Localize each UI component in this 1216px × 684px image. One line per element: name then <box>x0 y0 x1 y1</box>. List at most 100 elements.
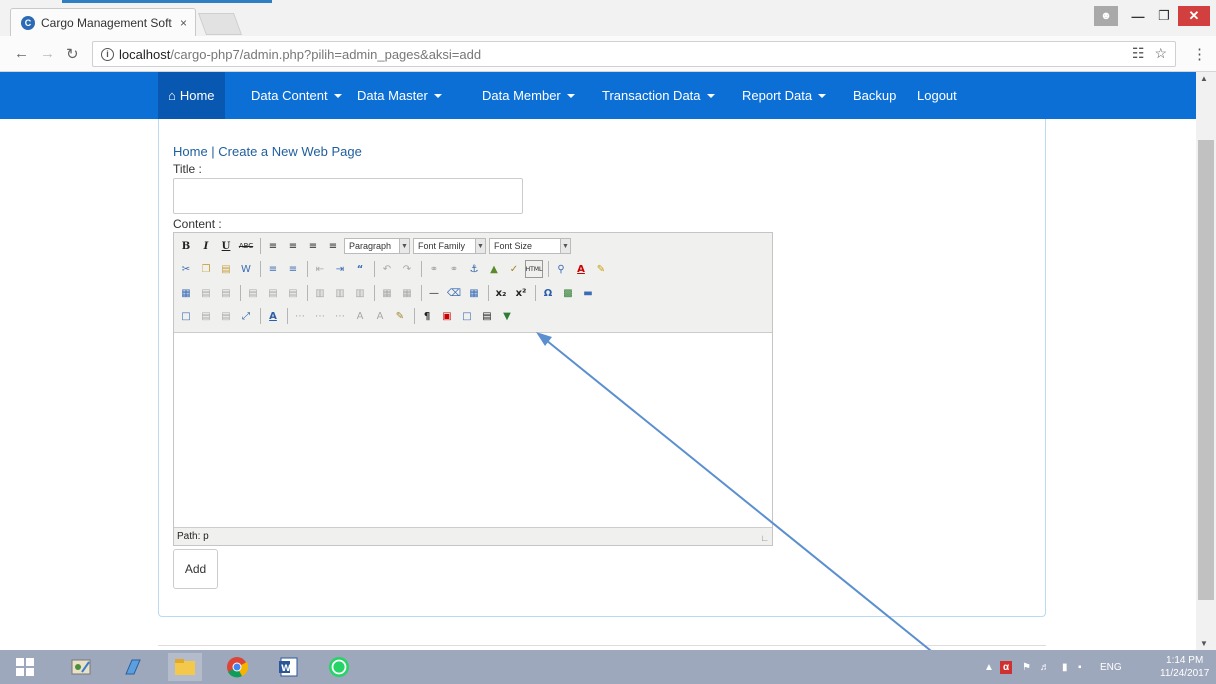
blockquote-icon[interactable]: “ <box>351 260 369 278</box>
align-left-icon[interactable]: ≡ <box>264 237 282 255</box>
delete-text-icon[interactable]: A <box>351 307 369 325</box>
new-tab-button[interactable] <box>197 13 243 35</box>
show-hidden-icons-icon[interactable]: ▲ <box>984 650 994 684</box>
show-blocks-icon[interactable]: ¶ <box>418 307 436 325</box>
merge-cells-icon[interactable]: ▦ <box>398 284 416 302</box>
strikethrough-icon[interactable]: ABC <box>237 237 255 255</box>
insert-table-icon[interactable]: ▦ <box>177 284 195 302</box>
insert-col-before-icon[interactable]: ▥ <box>311 284 329 302</box>
tab-close-icon[interactable]: × <box>180 16 187 30</box>
nav-data-member[interactable]: Data Member <box>472 72 585 119</box>
link-icon[interactable]: ⚭ <box>425 260 443 278</box>
underline-icon[interactable]: U <box>217 237 235 255</box>
image-icon[interactable]: ▲ <box>485 260 503 278</box>
word-icon[interactable]: W <box>272 653 306 681</box>
font-size-select[interactable]: Font Size ▼ <box>489 238 571 254</box>
delete-col-icon[interactable]: ▥ <box>351 284 369 302</box>
forward-icon[interactable]: → <box>40 45 55 62</box>
template-icon[interactable]: ▣ <box>438 307 456 325</box>
breadcrumb-home-link[interactable]: Home <box>173 144 208 159</box>
undo-icon[interactable]: ↶ <box>378 260 396 278</box>
nav-data-content[interactable]: Data Content <box>241 72 352 119</box>
info-icon[interactable]: i <box>101 47 114 61</box>
whatsapp-icon[interactable] <box>322 653 356 681</box>
add-button[interactable]: Add <box>173 549 218 589</box>
window-close-icon[interactable]: ✕ <box>1178 6 1210 26</box>
fullscreen-icon[interactable]: ▬ <box>579 284 597 302</box>
align-justify-icon[interactable]: ≡ <box>324 237 342 255</box>
scrollbar-thumb[interactable] <box>1198 140 1214 600</box>
styles-icon[interactable]: A <box>264 307 282 325</box>
title-input[interactable] <box>173 178 523 214</box>
nav-report-data[interactable]: Report Data <box>732 72 836 119</box>
cite-icon[interactable]: ⋯ <box>291 307 309 325</box>
file-explorer-icon[interactable] <box>168 653 202 681</box>
unlink-icon[interactable]: ⚭ <box>445 260 463 278</box>
windows-start-icon[interactable] <box>8 653 42 681</box>
subscript-icon[interactable]: x₂ <box>492 284 510 302</box>
cut-icon[interactable]: ✂ <box>177 260 195 278</box>
table-cell-props-icon[interactable]: ▤ <box>217 284 235 302</box>
move-backward-icon[interactable]: ▤ <box>217 307 235 325</box>
redo-icon[interactable]: ↷ <box>398 260 416 278</box>
nav-home[interactable]: ⌂ Home <box>158 72 225 119</box>
media-icon[interactable]: ▩ <box>559 284 577 302</box>
bold-icon[interactable]: B <box>177 237 195 255</box>
security-icon[interactable]: α <box>1000 650 1013 684</box>
menu-icon[interactable]: ⋮ <box>1192 45 1207 63</box>
minimize-icon[interactable]: — <box>1124 6 1152 26</box>
browser-tab[interactable]: C Cargo Management Soft × <box>10 8 196 36</box>
editor-content-area[interactable] <box>174 333 772 527</box>
remove-format-icon[interactable]: ⌫ <box>445 284 463 302</box>
insert-row-before-icon[interactable]: ▤ <box>244 284 262 302</box>
flag-icon[interactable]: ⚑ <box>1022 650 1031 684</box>
scroll-up-icon[interactable]: ▲ <box>1200 74 1208 83</box>
address-bar[interactable]: i localhost/cargo-php7/admin.php?pilih=a… <box>92 41 1176 67</box>
paste-word-icon[interactable]: W <box>237 260 255 278</box>
format-select[interactable]: Paragraph ▼ <box>344 238 410 254</box>
back-icon[interactable]: ← <box>14 45 29 62</box>
table-row-props-icon[interactable]: ▤ <box>197 284 215 302</box>
battery-icon[interactable]: ▮ <box>1062 650 1068 684</box>
italic-icon[interactable]: I <box>197 237 215 255</box>
scroll-down-icon[interactable]: ▼ <box>1200 639 1208 648</box>
numbered-list-icon[interactable]: ≡ <box>284 260 302 278</box>
absolute-position-icon[interactable]: ⤢ <box>237 307 255 325</box>
paint-icon[interactable] <box>64 653 98 681</box>
notepad-icon[interactable] <box>116 653 150 681</box>
special-char-icon[interactable]: Ω <box>539 284 557 302</box>
align-center-icon[interactable]: ≡ <box>284 237 302 255</box>
insert-file-icon[interactable]: ▼ <box>498 307 516 325</box>
paste-icon[interactable]: ▤ <box>217 260 235 278</box>
non-breaking-icon[interactable]: □ <box>458 307 476 325</box>
anchor-icon[interactable]: ⚓ <box>465 260 483 278</box>
abbr-icon[interactable]: ⋯ <box>311 307 329 325</box>
highlight-color-icon[interactable]: ✎ <box>592 260 610 278</box>
insert-text-icon[interactable]: A <box>371 307 389 325</box>
copy-icon[interactable]: ❐ <box>197 260 215 278</box>
language-indicator[interactable]: ENG <box>1100 650 1122 684</box>
nav-logout[interactable]: Logout <box>907 72 967 119</box>
network-icon[interactable]: ▪ <box>1078 650 1082 684</box>
page-break-icon[interactable]: ▤ <box>478 307 496 325</box>
user-profile-icon[interactable]: ☻ <box>1094 6 1118 26</box>
resize-handle-icon[interactable]: ∟ <box>760 533 769 543</box>
align-right-icon[interactable]: ≡ <box>304 237 322 255</box>
attributes-icon[interactable]: ✎ <box>391 307 409 325</box>
font-color-icon[interactable]: A <box>572 260 590 278</box>
outdent-icon[interactable]: ⇤ <box>311 260 329 278</box>
nav-data-master[interactable]: Data Master <box>347 72 452 119</box>
delete-row-icon[interactable]: ▤ <box>284 284 302 302</box>
insert-col-after-icon[interactable]: ▥ <box>331 284 349 302</box>
split-cells-icon[interactable]: ▦ <box>378 284 396 302</box>
move-forward-icon[interactable]: ▤ <box>197 307 215 325</box>
bullet-list-icon[interactable]: ≡ <box>264 260 282 278</box>
star-icon[interactable]: ☆ <box>1154 45 1167 62</box>
font-family-select[interactable]: Font Family ▼ <box>413 238 486 254</box>
indent-icon[interactable]: ⇥ <box>331 260 349 278</box>
insert-row-after-icon[interactable]: ▤ <box>264 284 282 302</box>
insert-layer-icon[interactable]: □ <box>177 307 195 325</box>
html-icon[interactable]: HTML <box>525 260 543 278</box>
translate-icon[interactable]: ☷ <box>1132 45 1145 62</box>
cleanup-icon[interactable]: ✓ <box>505 260 523 278</box>
